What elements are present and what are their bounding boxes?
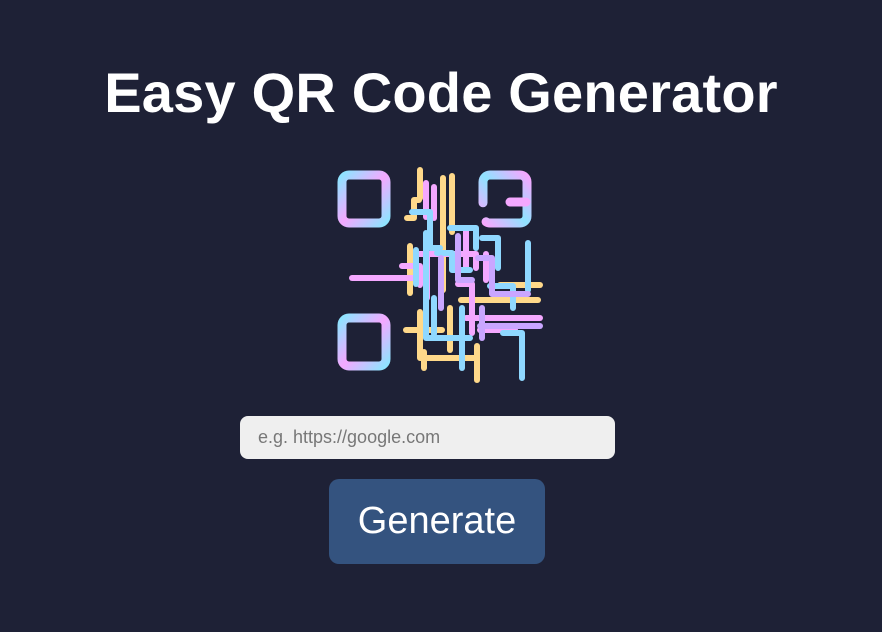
finder-bottom-left (337, 313, 391, 371)
generate-button[interactable]: Generate (329, 479, 545, 564)
page-title: Easy QR Code Generator (104, 61, 778, 124)
finder-top-left (337, 170, 391, 228)
qr-code-icon (337, 167, 543, 383)
url-input[interactable] (240, 416, 615, 459)
